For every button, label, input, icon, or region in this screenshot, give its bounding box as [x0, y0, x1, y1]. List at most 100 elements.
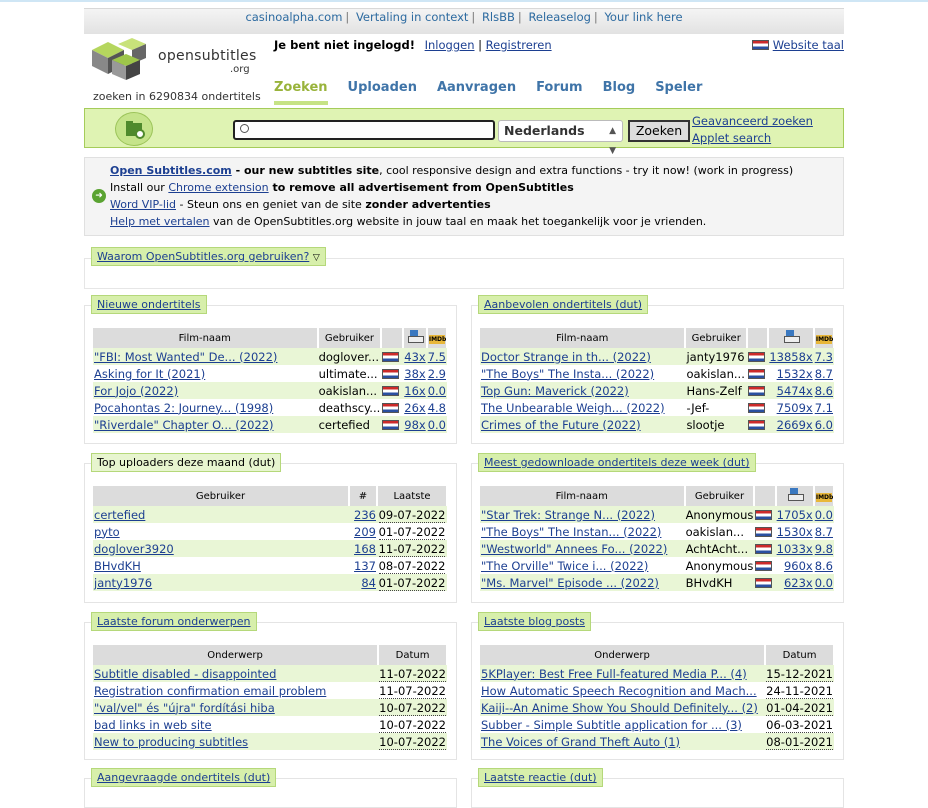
rating-link[interactable]: 0.0 [428, 418, 446, 432]
box-title[interactable]: Laatste reactie (dut) [478, 768, 603, 787]
downloads-link[interactable]: 2669x [777, 418, 813, 432]
downloads-link[interactable]: 623x [784, 576, 813, 590]
why-toggle[interactable]: Waarom OpenSubtitles.org gebruiken? ▽ [91, 247, 326, 266]
box-title[interactable]: Aangevraagde ondertitels (dut) [91, 768, 277, 787]
film-link[interactable]: For Jojo (2022) [94, 384, 178, 398]
film-link[interactable]: "Riverdale" Chapter O... (2022) [94, 418, 274, 432]
rating-link[interactable]: 7.1 [815, 401, 833, 415]
login-link[interactable]: Inloggen [425, 38, 475, 52]
rating-link[interactable]: 8.6 [815, 384, 833, 398]
opensubtitles-com-link[interactable]: Open Subtitles.com [110, 164, 232, 177]
search-button[interactable]: Zoeken [628, 120, 690, 142]
box-title[interactable]: Aanbevolen ondertitels (dut) [478, 295, 649, 314]
applet-search-link[interactable]: Applet search [692, 131, 771, 145]
box-title[interactable]: Nieuwe ondertitels [91, 295, 207, 314]
partner-link[interactable]: RlsBB [482, 10, 515, 24]
user-link[interactable]: doglover3920 [94, 542, 174, 556]
downloads-link[interactable]: 13858x [769, 350, 812, 364]
downloads-link[interactable]: 7509x [777, 401, 813, 415]
downloads-link[interactable]: 98x [404, 418, 425, 432]
rating-link[interactable]: 0.0 [815, 576, 833, 590]
advanced-search-link[interactable]: Geavanceerd zoeken [692, 114, 813, 128]
film-link[interactable]: Crimes of the Future (2022) [481, 418, 641, 432]
box-title-link[interactable]: Aangevraagde ondertitels (dut) [97, 771, 270, 784]
box-title[interactable]: Laatste forum onderwerpen [91, 612, 257, 631]
topic-link[interactable]: The Voices of Grand Theft Auto (1) [481, 735, 680, 749]
box-title-link[interactable]: Nieuwe ondertitels [97, 298, 201, 311]
translate-link[interactable]: Help met vertalen [110, 215, 210, 228]
downloads-link[interactable]: 26x [404, 401, 425, 415]
box-title-link[interactable]: Laatste reactie (dut) [484, 771, 597, 784]
topic-link[interactable]: How Automatic Speech Recognition and Mac… [481, 684, 757, 698]
search-input[interactable] [233, 120, 495, 140]
partner-link[interactable]: Releaselog [528, 10, 590, 24]
downloads-link[interactable]: 38x [404, 367, 425, 381]
box-title[interactable]: Laatste blog posts [478, 612, 591, 631]
film-link[interactable]: The Unbearable Weigh... (2022) [481, 401, 665, 415]
count-link[interactable]: 168 [354, 542, 376, 556]
film-link[interactable]: "FBI: Most Wanted" De... (2022) [94, 350, 277, 364]
rating-link[interactable]: 7.5 [428, 350, 446, 364]
downloads-link[interactable]: 1532x [777, 367, 813, 381]
film-link[interactable]: "The Boys" The Insta... (2022) [481, 367, 654, 381]
user-link[interactable]: janty1976 [94, 576, 152, 590]
topic-link[interactable]: bad links in web site [94, 718, 212, 732]
register-link[interactable]: Registreren [486, 38, 552, 52]
nav-requests[interactable]: Aanvragen [437, 80, 516, 105]
downloads-link[interactable]: 960x [784, 559, 813, 573]
box-title-link[interactable]: Laatste blog posts [484, 615, 585, 628]
nav-player[interactable]: Speler [655, 80, 702, 105]
partner-link[interactable]: casinoalpha.com [245, 10, 342, 24]
nav-forum[interactable]: Forum [536, 80, 583, 105]
rating-link[interactable]: 6.0 [815, 418, 833, 432]
film-link[interactable]: "The Orville" Twice i... (2022) [481, 559, 648, 573]
nav-search[interactable]: Zoeken [274, 80, 328, 105]
site-logo[interactable]: opensubtitles .org [88, 36, 268, 84]
topic-link[interactable]: Registration confirmation email problem [94, 684, 326, 698]
film-link[interactable]: "The Boys" The Instan... (2022) [481, 525, 661, 539]
box-title[interactable]: Meest gedownloade ondertitels deze week … [478, 453, 756, 472]
rating-link[interactable]: 8.7 [815, 525, 833, 539]
chrome-extension-link[interactable]: Chrome extension [168, 181, 268, 194]
topic-link[interactable]: New to producing subtitles [94, 735, 248, 749]
count-link[interactable]: 137 [354, 559, 376, 573]
film-link[interactable]: Asking for It (2021) [94, 367, 205, 381]
rating-link[interactable]: 8.7 [815, 367, 833, 381]
rating-link[interactable]: 7.3 [815, 350, 833, 364]
rating-link[interactable]: 0.0 [428, 384, 446, 398]
count-link[interactable]: 236 [354, 508, 376, 522]
box-title-link[interactable]: Meest gedownloade ondertitels deze week … [484, 456, 750, 469]
topic-link[interactable]: Subtitle disabled - disappointed [94, 667, 276, 681]
downloads-link[interactable]: 1530x [777, 525, 813, 539]
downloads-link[interactable]: 5474x [777, 384, 813, 398]
film-link[interactable]: Pocahontas 2: Journey... (1998) [94, 401, 273, 415]
downloads-link[interactable]: 43x [404, 350, 425, 364]
box-title-link[interactable]: Aanbevolen ondertitels (dut) [484, 298, 642, 311]
box-title-link[interactable]: Laatste forum onderwerpen [97, 615, 251, 628]
topic-link[interactable]: 5KPlayer: Best Free Full-featured Media … [481, 667, 747, 681]
rating-link[interactable]: 2.9 [428, 367, 446, 381]
rating-link[interactable]: 0.0 [815, 508, 833, 522]
nav-upload[interactable]: Uploaden [348, 80, 417, 105]
count-link[interactable]: 84 [361, 576, 376, 590]
topic-link[interactable]: "val/vel" és "újra" fordítási hiba [94, 701, 275, 715]
film-link[interactable]: Top Gun: Maverick (2022) [481, 384, 629, 398]
film-link[interactable]: "Star Trek: Strange N... (2022) [481, 508, 655, 522]
rating-link[interactable]: 4.8 [428, 401, 446, 415]
nav-blog[interactable]: Blog [603, 80, 636, 105]
partner-link[interactable]: Vertaling in context [356, 10, 468, 24]
topic-link[interactable]: Kaiji--An Anime Show You Should Definite… [481, 701, 758, 715]
user-link[interactable]: pyto [94, 525, 120, 539]
user-link[interactable]: BHvdKH [94, 559, 141, 573]
film-link[interactable]: Doctor Strange in th... (2022) [481, 350, 651, 364]
why-link[interactable]: Waarom OpenSubtitles.org gebruiken? [97, 250, 309, 263]
vip-link[interactable]: Word VIP-lid [110, 198, 176, 211]
downloads-link[interactable]: 16x [404, 384, 425, 398]
user-link[interactable]: certefied [94, 508, 145, 522]
site-language-link[interactable]: Website taal [773, 38, 844, 52]
partner-link[interactable]: Your link here [604, 10, 682, 24]
rating-link[interactable]: 9.8 [815, 542, 833, 556]
count-link[interactable]: 209 [354, 525, 376, 539]
topic-link[interactable]: Subber - Simple Subtitle application for… [481, 718, 742, 732]
rating-link[interactable]: 8.6 [815, 559, 833, 573]
